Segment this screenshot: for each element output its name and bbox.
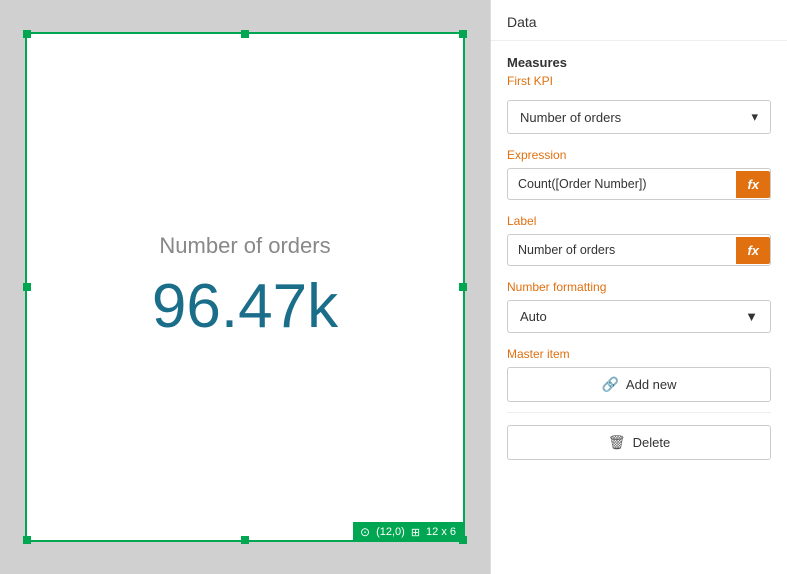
handle-bottom-center[interactable] [241, 536, 249, 544]
trash-icon: 🗑 [608, 434, 626, 451]
expression-label: Expression [507, 148, 771, 162]
label-fx-button[interactable]: fx [736, 237, 770, 264]
canvas-area: Number of orders 96.47k ⊙ (12,0) ⊞ 12 x … [0, 0, 490, 574]
number-formatting-select[interactable]: Auto ▼ [507, 300, 771, 333]
panel-title: Data [507, 14, 537, 30]
expression-fx-button[interactable]: fx [736, 171, 770, 198]
chevron-down-icon: ▾ [751, 109, 758, 125]
measures-section: Measures First KPI Number of orders ▾ Ex… [491, 41, 787, 468]
measures-title: Measures [507, 55, 771, 70]
right-panel: Data Measures First KPI Number of orders… [490, 0, 787, 574]
label-field-label: Label [507, 214, 771, 228]
measure-dropdown[interactable]: Number of orders ▾ [507, 100, 771, 134]
handle-bottom-left[interactable] [23, 536, 31, 544]
expression-input-row: fx [507, 168, 771, 200]
handle-top-right[interactable] [459, 30, 467, 38]
handle-middle-left[interactable] [23, 283, 31, 291]
expression-input[interactable] [508, 169, 736, 199]
number-formatting-value: Auto [520, 309, 547, 324]
delete-button[interactable]: 🗑 Delete [507, 425, 771, 460]
kpi-label: Number of orders [159, 233, 330, 259]
number-formatting-chevron-icon: ▼ [745, 309, 758, 324]
handle-top-left[interactable] [23, 30, 31, 38]
link-icon: 🔗 [601, 376, 618, 393]
add-new-button[interactable]: 🔗 Add new [507, 367, 771, 402]
widget-size: 12 x 6 [426, 526, 456, 538]
kpi-subtitle: First KPI [507, 74, 771, 88]
number-formatting-label: Number formatting [507, 280, 771, 294]
label-input-row: fx [507, 234, 771, 266]
divider [507, 412, 771, 413]
kpi-value: 96.47k [152, 271, 338, 342]
widget-info-bar: ⊙ (12,0) ⊞ 12 x 6 [353, 522, 463, 542]
kpi-widget[interactable]: Number of orders 96.47k ⊙ (12,0) ⊞ 12 x … [25, 32, 465, 542]
master-item-label: Master item [507, 347, 771, 361]
panel-header: Data [491, 0, 787, 41]
grid-icon: ⊞ [411, 526, 420, 539]
position-icon: ⊙ [360, 525, 370, 539]
add-new-label: Add new [626, 377, 677, 392]
handle-top-center[interactable] [241, 30, 249, 38]
label-input[interactable] [508, 235, 736, 265]
delete-label: Delete [633, 435, 671, 450]
handle-middle-right[interactable] [459, 283, 467, 291]
measure-dropdown-label: Number of orders [520, 110, 621, 125]
widget-position: (12,0) [376, 526, 405, 538]
